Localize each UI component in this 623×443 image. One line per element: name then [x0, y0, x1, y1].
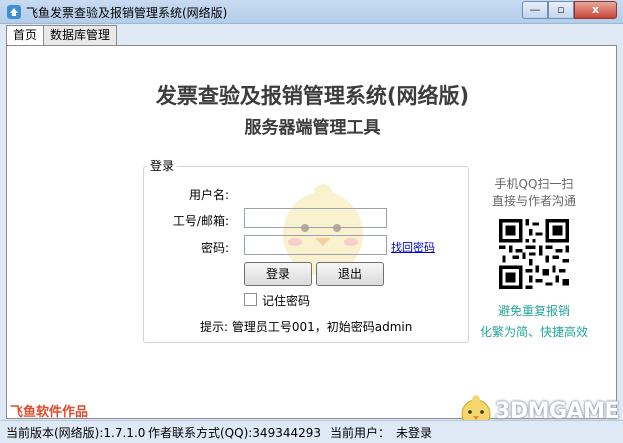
- qr-code-image: [499, 219, 569, 289]
- qq-scan-line2: 直接与作者沟通: [491, 194, 576, 208]
- promo-line2: 化繁为简、快捷高效: [479, 325, 588, 339]
- tab-home[interactable]: 首页: [6, 25, 45, 47]
- tab-strip: 首页 数据库管理: [6, 25, 118, 47]
- remember-password-checkbox[interactable]: [244, 293, 257, 306]
- tab-database[interactable]: 数据库管理: [43, 25, 118, 46]
- login-legend: 登录: [147, 157, 178, 174]
- window-controls: — ▫ x: [522, 1, 617, 19]
- employee-label: 工号/邮箱:: [172, 214, 229, 228]
- recover-password-link[interactable]: 找回密码: [391, 239, 435, 255]
- login-hint: 提示: 管理员工号001，初始密码admin: [200, 320, 413, 334]
- page-subtitle: 服务器端管理工具: [244, 118, 381, 138]
- qq-scan-line1: 手机QQ扫一扫: [494, 177, 574, 191]
- status-bar: 当前版本(网络版):1.7.1.0 作者联系方式(QQ):349344293 当…: [0, 420, 623, 443]
- promo-line1: 避免重复报销: [497, 304, 570, 318]
- username-label: 用户名:: [188, 188, 229, 202]
- current-user-label: 当前用户：: [330, 426, 391, 440]
- contact-status: 作者联系方式(QQ):349344293: [148, 426, 322, 440]
- exit-button[interactable]: 退出: [316, 262, 384, 286]
- maximize-button[interactable]: ▫: [548, 1, 574, 19]
- page-title: 发票查验及报销管理系统(网络版): [155, 84, 470, 108]
- window-title: 飞鱼发票查验及报销管理系统(网络版): [26, 6, 228, 20]
- close-button[interactable]: x: [574, 1, 617, 19]
- app-icon: [7, 5, 21, 19]
- title-bar: 飞鱼发票查验及报销管理系统(网络版) — ▫ x: [0, 0, 623, 24]
- main-panel: 发票查验及报销管理系统(网络版) 服务器端管理工具 登录 用户名: 工号/邮箱:…: [6, 45, 617, 419]
- remember-password-label: 记住密码: [262, 294, 311, 308]
- employee-field[interactable]: [244, 208, 387, 228]
- brand-label: 飞鱼软件作品: [10, 405, 89, 420]
- current-user-value: 未登录: [396, 426, 433, 440]
- password-label: 密码:: [200, 241, 229, 255]
- password-field[interactable]: [244, 235, 387, 255]
- version-status: 当前版本(网络版):1.7.1.0: [6, 426, 146, 440]
- login-button[interactable]: 登录: [244, 262, 312, 286]
- minimize-button[interactable]: —: [522, 1, 548, 19]
